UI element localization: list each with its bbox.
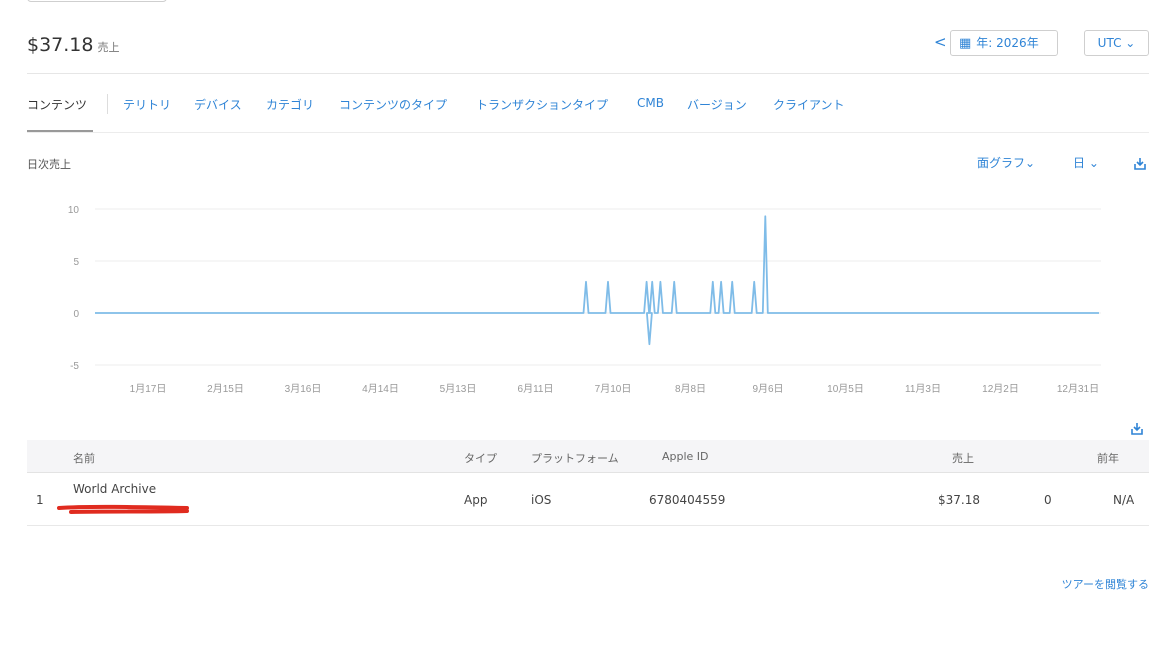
content-table: 名前 タイプ プラットフォーム Apple ID 売上 前年 1 World A… bbox=[27, 440, 1149, 526]
tab-client[interactable]: クライアント bbox=[773, 96, 845, 113]
timezone-dropdown[interactable]: UTC ⌄ bbox=[1084, 30, 1149, 56]
x-tick-label: 1月17日 bbox=[130, 383, 167, 395]
x-tick-label: 9月6日 bbox=[752, 383, 783, 395]
y-tick-label: 10 bbox=[68, 205, 80, 216]
download-icon[interactable] bbox=[1133, 156, 1147, 170]
previous-year-button[interactable]: < bbox=[934, 33, 947, 51]
row-type: App bbox=[464, 493, 488, 507]
tab-cmb[interactable]: CMB bbox=[637, 96, 664, 110]
table-row[interactable]: 1 World Archive App iOS 6780404559 $37.1… bbox=[27, 473, 1149, 526]
table-header: 名前 タイプ プラットフォーム Apple ID 売上 前年 bbox=[27, 440, 1149, 473]
x-tick-label: 3月16日 bbox=[285, 383, 322, 395]
x-tick-label: 11月3日 bbox=[905, 383, 941, 395]
x-tick-label: 10月5日 bbox=[827, 383, 864, 395]
x-tick-label: 8月8日 bbox=[675, 383, 706, 395]
total-sales: $37.18 売上 bbox=[27, 34, 119, 56]
x-tick-label: 7月10日 bbox=[595, 383, 632, 395]
tab-transaction-type[interactable]: トランザクションタイプ bbox=[476, 96, 608, 113]
row-apple-id: 6780404559 bbox=[649, 493, 726, 507]
tab-divider bbox=[107, 94, 108, 114]
tab-content[interactable]: コンテンツ bbox=[27, 96, 87, 113]
tab-territory[interactable]: テリトリ bbox=[123, 96, 171, 113]
redaction-mark bbox=[57, 504, 189, 514]
x-tick-label: 4月14日 bbox=[362, 383, 399, 395]
view-tour-link[interactable]: ツアーを閲覧する bbox=[1062, 576, 1149, 592]
tab-device[interactable]: デバイス bbox=[194, 96, 242, 113]
row-count: 0 bbox=[1044, 493, 1052, 507]
header-type[interactable]: タイプ bbox=[464, 450, 497, 466]
row-platform: iOS bbox=[531, 493, 552, 507]
table-download-icon[interactable] bbox=[1130, 421, 1144, 435]
y-tick-label: 0 bbox=[73, 309, 79, 320]
x-tick-label: 12月31日 bbox=[1057, 383, 1099, 395]
row-sales: $37.18 bbox=[938, 493, 980, 507]
tab-category[interactable]: カテゴリ bbox=[266, 96, 314, 113]
row-app-name[interactable]: World Archive bbox=[73, 482, 156, 496]
y-tick-label: 5 bbox=[73, 257, 79, 268]
dimension-tabs: コンテンツ テリトリ デバイス カテゴリ コンテンツのタイプ トランザクションタ… bbox=[27, 74, 1149, 133]
x-tick-label: 12月2日 bbox=[982, 383, 1019, 395]
row-prev-year: N/A bbox=[1113, 493, 1135, 507]
interval-dropdown[interactable]: 日 ⌄ bbox=[1073, 154, 1099, 171]
tab-version[interactable]: バージョン bbox=[687, 96, 747, 113]
daily-sales-chart: 10 5 0 -5 1月17日 2月15日 3月16日 4月14日 5月13日 6月11日 7月10… bbox=[68, 205, 1101, 395]
x-tick-label: 5月13日 bbox=[440, 383, 477, 395]
total-sales-value: $37.18 bbox=[27, 34, 94, 56]
header: $37.18 売上 < ▦ 年: 2026年 UTC ⌄ bbox=[27, 30, 1149, 74]
total-sales-suffix: 売上 bbox=[97, 41, 120, 54]
chart-type-dropdown[interactable]: 面グラフ⌄ bbox=[977, 154, 1035, 171]
x-tick-label: 6月11日 bbox=[518, 383, 554, 395]
calendar-icon: ▦ bbox=[959, 36, 972, 51]
row-rank: 1 bbox=[36, 493, 44, 507]
year-picker-button[interactable]: ▦ 年: 2026年 bbox=[950, 30, 1058, 56]
sales-line bbox=[95, 215, 1099, 346]
y-tick-label: -5 bbox=[70, 361, 79, 372]
header-apple-id[interactable]: Apple ID bbox=[662, 450, 709, 463]
top-dropdown[interactable] bbox=[27, 0, 167, 2]
active-tab-indicator bbox=[27, 130, 93, 132]
header-sales[interactable]: 売上 bbox=[952, 450, 974, 466]
x-tick-label: 2月15日 bbox=[207, 383, 244, 395]
chart-section-title: 日次売上 bbox=[27, 158, 71, 171]
tab-content-type[interactable]: コンテンツのタイプ bbox=[339, 96, 447, 113]
year-label: 年: 2026年 bbox=[976, 36, 1039, 50]
header-prev-year[interactable]: 前年 bbox=[1097, 450, 1119, 466]
header-platform[interactable]: プラットフォーム bbox=[531, 450, 619, 466]
header-name[interactable]: 名前 bbox=[73, 450, 95, 466]
